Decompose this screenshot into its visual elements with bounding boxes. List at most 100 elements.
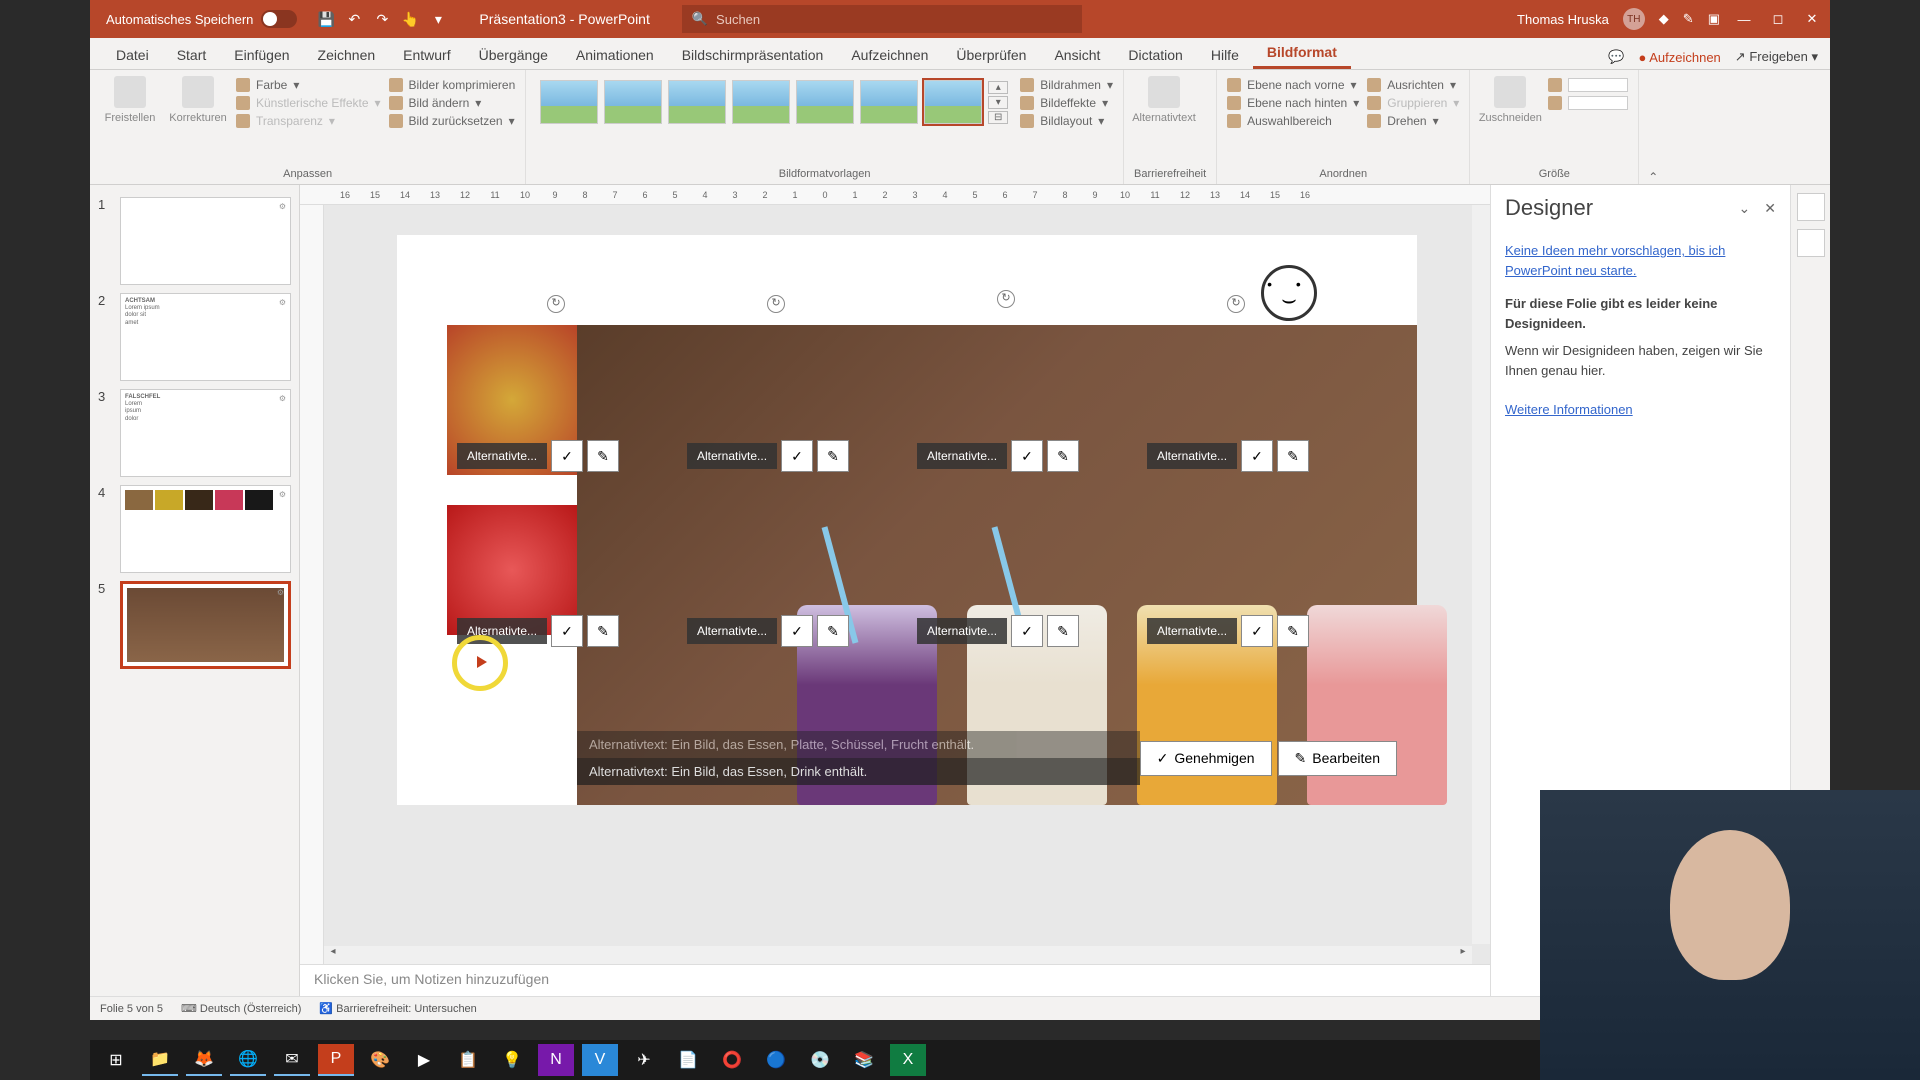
rotate-handle-icon[interactable] (547, 295, 565, 313)
search-input[interactable]: 🔍 Suchen (682, 5, 1082, 33)
tab-start[interactable]: Start (163, 41, 221, 69)
effects-button[interactable]: Bildeffekte ▾ (1020, 96, 1113, 110)
tab-ansicht[interactable]: Ansicht (1040, 41, 1114, 69)
thumbnail-5[interactable]: ⚙ (120, 581, 291, 669)
rotate-button[interactable]: Drehen ▾ (1367, 114, 1459, 128)
tab-zeichnen[interactable]: Zeichnen (304, 41, 390, 69)
collapse-ribbon-icon[interactable]: ⌃ (1639, 70, 1667, 184)
group-button[interactable]: Gruppieren ▾ (1367, 96, 1459, 110)
crop-button[interactable]: Zuschneiden (1480, 76, 1540, 124)
tab-ueberpruefen[interactable]: Überprüfen (942, 41, 1040, 69)
powerpoint-icon[interactable]: P (318, 1044, 354, 1076)
window-icon[interactable]: ▣ (1708, 11, 1720, 27)
reset-pic-button[interactable]: Bild zurücksetzen ▾ (389, 114, 516, 128)
compress-button[interactable]: Bilder komprimieren (389, 78, 516, 92)
edit-button[interactable]: ✎ Bearbeiten (1278, 741, 1397, 776)
tab-entwurf[interactable]: Entwurf (389, 41, 464, 69)
side-button-2[interactable] (1797, 229, 1825, 257)
rotate-handle-icon[interactable] (767, 295, 785, 313)
height-input[interactable] (1548, 78, 1628, 92)
telegram-icon[interactable]: ✈ (626, 1044, 662, 1076)
pencil-icon[interactable]: ✎ (1047, 615, 1079, 647)
pencil-icon[interactable]: ✎ (817, 440, 849, 472)
smiley-icon[interactable] (1261, 265, 1317, 321)
undo-icon[interactable]: ↶ (345, 10, 363, 28)
check-icon[interactable]: ✓ (551, 440, 583, 472)
firefox-icon[interactable]: 🦊 (186, 1044, 222, 1076)
outlook-icon[interactable]: ✉ (274, 1044, 310, 1076)
tab-aufzeichnen[interactable]: Aufzeichnen (837, 41, 942, 69)
excel-icon[interactable]: X (890, 1044, 926, 1076)
check-icon[interactable]: ✓ (1011, 440, 1043, 472)
lang-indicator[interactable]: ⌨ Deutsch (Österreich) (181, 1002, 301, 1015)
tab-einfuegen[interactable]: Einfügen (220, 41, 303, 69)
onenote-icon[interactable]: N (538, 1044, 574, 1076)
forward-button[interactable]: Ebene nach vorne ▾ (1227, 78, 1359, 92)
tab-hilfe[interactable]: Hilfe (1197, 41, 1253, 69)
app-icon[interactable]: 💿 (802, 1044, 838, 1076)
scrollbar-horizontal[interactable] (324, 946, 1472, 964)
app-icon[interactable]: 📚 (846, 1044, 882, 1076)
artistic-button[interactable]: Künstlerische Effekte ▾ (236, 96, 381, 110)
toggle-icon[interactable] (261, 10, 297, 28)
chevron-down-icon[interactable]: ⌄ (1739, 200, 1751, 217)
check-icon[interactable]: ✓ (551, 615, 583, 647)
save-icon[interactable]: 💾 (317, 10, 335, 28)
app-icon[interactable]: 📄 (670, 1044, 706, 1076)
check-icon[interactable]: ✓ (781, 615, 813, 647)
maximize-icon[interactable]: ◻ (1768, 11, 1788, 27)
check-icon[interactable]: ✓ (1241, 440, 1273, 472)
pencil-icon[interactable]: ✎ (1277, 440, 1309, 472)
scrollbar-vertical[interactable] (1472, 205, 1490, 944)
align-button[interactable]: Ausrichten ▾ (1367, 78, 1459, 92)
pencil-icon[interactable]: ✎ (1047, 440, 1079, 472)
vlc-icon[interactable]: ▶ (406, 1044, 442, 1076)
check-icon[interactable]: ✓ (1011, 615, 1043, 647)
tab-dictation[interactable]: Dictation (1114, 41, 1196, 69)
app-icon[interactable]: V (582, 1044, 618, 1076)
rotate-handle-icon[interactable] (997, 290, 1015, 308)
explorer-icon[interactable]: 📁 (142, 1044, 178, 1076)
more-icon[interactable]: ▾ (429, 10, 447, 28)
backward-button[interactable]: Ebene nach hinten ▾ (1227, 96, 1359, 110)
remove-bg-button[interactable]: Freistellen (100, 76, 160, 124)
record-button[interactable]: ● Aufzeichnen (1638, 50, 1720, 65)
tab-animationen[interactable]: Animationen (562, 41, 668, 69)
app-icon[interactable]: ⭕ (714, 1044, 750, 1076)
touch-icon[interactable]: 👆 (401, 10, 419, 28)
change-pic-button[interactable]: Bild ändern ▾ (389, 96, 516, 110)
pen-icon[interactable]: ✎ (1683, 11, 1694, 27)
slide-canvas[interactable]: Alternativte...✓✎ Alternativte...✓✎ Alte… (324, 205, 1490, 964)
user-name[interactable]: Thomas Hruska (1517, 12, 1609, 27)
tab-bildschirm[interactable]: Bildschirmpräsentation (668, 41, 838, 69)
pencil-icon[interactable]: ✎ (1277, 615, 1309, 647)
side-button-1[interactable] (1797, 193, 1825, 221)
designer-more-link[interactable]: Weitere Informationen (1505, 400, 1776, 420)
tab-bildformat[interactable]: Bildformat (1253, 38, 1351, 69)
start-icon[interactable]: ⊞ (98, 1044, 134, 1076)
check-icon[interactable]: ✓ (781, 440, 813, 472)
check-icon[interactable]: ✓ (1241, 615, 1273, 647)
avatar[interactable]: TH (1623, 8, 1645, 30)
app-icon[interactable]: 📋 (450, 1044, 486, 1076)
transparency-button[interactable]: Transparenz ▾ (236, 114, 381, 128)
alttext-button[interactable]: Alternativtext (1134, 76, 1194, 124)
thumbnail-1[interactable]: ⚙ (120, 197, 291, 285)
tab-datei[interactable]: Datei (102, 41, 163, 69)
layout-button[interactable]: Bildlayout ▾ (1020, 114, 1113, 128)
pencil-icon[interactable]: ✎ (817, 615, 849, 647)
comment-icon[interactable]: 💬 (1608, 49, 1624, 65)
rotate-handle-icon[interactable] (1227, 295, 1245, 313)
close-pane-icon[interactable]: ✕ (1764, 200, 1776, 217)
pencil-icon[interactable]: ✎ (587, 615, 619, 647)
app-icon[interactable]: 🔵 (758, 1044, 794, 1076)
thumbnail-3[interactable]: ⚙FALSCHFELLoremipsumdolor (120, 389, 291, 477)
slide-count[interactable]: Folie 5 von 5 (100, 1003, 163, 1015)
designer-stop-link[interactable]: Keine Ideen mehr vorschlagen, bis ich Po… (1505, 241, 1776, 280)
thumbnail-4[interactable]: ⚙ (120, 485, 291, 573)
corrections-button[interactable]: Korrekturen (168, 76, 228, 124)
approve-button[interactable]: ✓ Genehmigen (1140, 741, 1272, 776)
border-button[interactable]: Bildrahmen ▾ (1020, 78, 1113, 92)
picture-styles-gallery[interactable]: ▴▾⊟ (536, 76, 1012, 128)
autosave-toggle[interactable]: Automatisches Speichern (98, 10, 305, 28)
